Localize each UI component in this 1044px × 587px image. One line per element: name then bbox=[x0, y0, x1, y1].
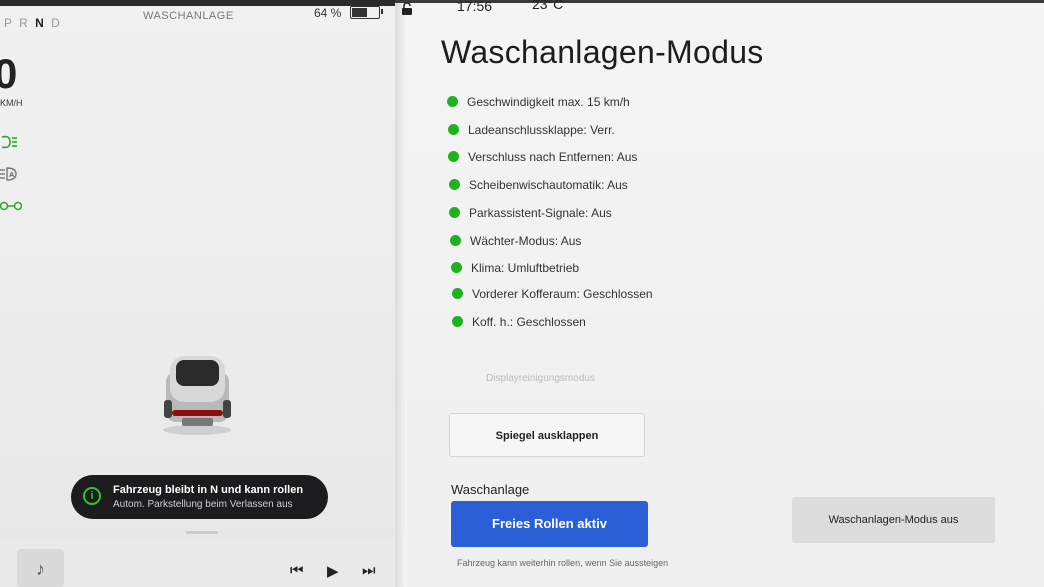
svg-text:A: A bbox=[9, 171, 15, 179]
toast-subtitle: Autom. Parkstellung beim Verlassen aus bbox=[113, 499, 293, 510]
outside-temperature: 23°C bbox=[532, 0, 564, 12]
gear-r: R bbox=[19, 16, 30, 30]
status-dot-icon bbox=[452, 288, 463, 299]
gear-p: P bbox=[4, 16, 14, 30]
rolling-notification-toast[interactable]: i Fahrzeug bleibt in N und kann rollen A… bbox=[71, 475, 328, 519]
status-item-label: Vorderer Kofferaum: Geschlossen bbox=[472, 287, 653, 301]
speed-unit: KM/H bbox=[0, 98, 23, 108]
status-item-sentry: Wächter-Modus: Aus bbox=[450, 234, 581, 248]
clock-time: 17:56 bbox=[457, 0, 493, 14]
status-dot-icon bbox=[452, 316, 463, 327]
status-item-label: Scheibenwischautomatik: Aus bbox=[469, 178, 628, 192]
status-item-label: Wächter-Modus: Aus bbox=[470, 234, 582, 248]
car-icon bbox=[163, 356, 231, 435]
battery-tip bbox=[381, 9, 383, 14]
status-dot-icon bbox=[447, 96, 458, 107]
status-item-label: Verschluss nach Entfernen: Aus bbox=[468, 150, 638, 164]
battery-percent: 64 % bbox=[314, 6, 342, 20]
previous-track-icon[interactable]: ⏮ bbox=[290, 562, 304, 579]
status-item-label: Koff. h.: Geschlossen bbox=[472, 315, 586, 329]
status-item-label: Ladeanschlussklappe: Verr. bbox=[468, 123, 615, 137]
status-dot-icon bbox=[450, 235, 461, 246]
status-item-trunk: Koff. h.: Geschlossen bbox=[452, 315, 586, 329]
battery-icon bbox=[350, 6, 380, 19]
parking-light-icon[interactable] bbox=[0, 198, 23, 217]
info-icon: i bbox=[83, 487, 101, 505]
lock-icon[interactable] bbox=[400, 2, 414, 16]
status-dot-icon bbox=[451, 262, 462, 273]
status-dot-icon bbox=[449, 179, 460, 190]
status-item-charge-port: Ladeanschlussklappe: Verr. bbox=[448, 123, 615, 137]
exit-car-wash-mode-button[interactable]: Waschanlagen-Modus aus bbox=[792, 497, 995, 543]
status-dot-icon bbox=[449, 207, 460, 218]
status-item-park-assist: Parkassistent-Signale: Aus bbox=[449, 206, 612, 220]
car-wash-section-label: Waschanlage bbox=[451, 482, 530, 497]
status-item-label: Parkassistent-Signale: Aus bbox=[469, 206, 612, 220]
gear-selector[interactable]: P R N D bbox=[4, 16, 62, 30]
status-item-label: Klima: Umluftbetrieb bbox=[471, 261, 580, 275]
gear-n-active: N bbox=[35, 16, 46, 30]
panel-divider bbox=[395, 0, 407, 587]
status-item-frunk: Vorderer Kofferaum: Geschlossen bbox=[452, 287, 653, 301]
vehicle-screen: P R N D WASCHANLAGE 64 % 0 KM/H A i Fahr… bbox=[0, 0, 1044, 587]
status-item-wipers: Scheibenwischautomatik: Aus bbox=[449, 178, 628, 192]
top-edge bbox=[395, 0, 1044, 3]
auto-headlight-icon[interactable]: A bbox=[0, 166, 18, 185]
drawer-handle[interactable] bbox=[186, 531, 218, 534]
speed-value: 0 bbox=[0, 50, 18, 97]
fold-mirrors-button[interactable]: Spiegel ausklappen bbox=[449, 413, 645, 457]
status-title: WASCHANLAGE bbox=[143, 10, 234, 22]
display-clean-button[interactable]: Displayreinigungsmodus bbox=[486, 373, 595, 384]
status-item-speed: Geschwindigkeit max. 15 km/h bbox=[447, 95, 630, 109]
status-dot-icon bbox=[448, 151, 459, 162]
status-dot-icon bbox=[448, 124, 459, 135]
next-track-icon[interactable]: ⏭ bbox=[362, 562, 376, 579]
play-icon[interactable]: ▶ bbox=[327, 562, 339, 580]
page-title: Waschanlagen-Modus bbox=[441, 34, 764, 70]
headlight-icon[interactable] bbox=[0, 134, 18, 153]
toast-title: Fahrzeug bleibt in N und kann rollen bbox=[113, 484, 304, 496]
gear-d: D bbox=[51, 16, 62, 30]
rolling-note: Fahrzeug kann weiterhin rollen, wenn Sie… bbox=[457, 558, 669, 568]
free-rolling-button[interactable]: Freies Rollen aktiv bbox=[451, 501, 648, 547]
status-item-climate: Klima: Umluftbetrieb bbox=[451, 261, 579, 275]
status-item-label: Geschwindigkeit max. 15 km/h bbox=[467, 95, 630, 109]
status-item-lock: Verschluss nach Entfernen: Aus bbox=[448, 150, 637, 164]
music-icon[interactable]: ♪ bbox=[17, 549, 64, 587]
battery-fill bbox=[352, 8, 367, 17]
